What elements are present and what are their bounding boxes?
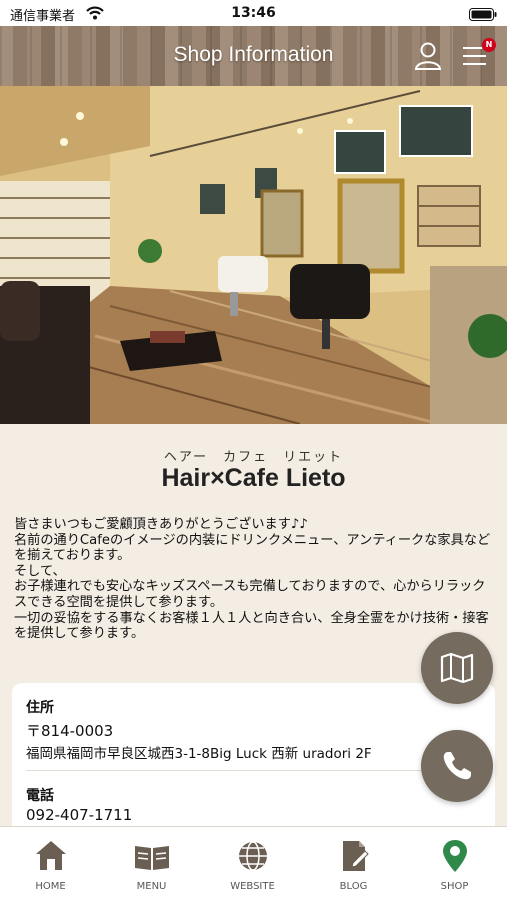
user-icon	[414, 42, 442, 70]
tab-shop[interactable]: SHOP	[404, 827, 505, 901]
account-button[interactable]	[412, 40, 444, 72]
shop-name-kana: ヘアー カフェ リエット	[163, 450, 344, 465]
tab-label: HOME	[35, 881, 66, 892]
tab-label: MENU	[136, 881, 167, 892]
postal-code: 〒814-0003	[26, 722, 114, 740]
status-bar: 通信事業者 13:46	[0, 0, 507, 26]
tab-label: BLOG	[339, 881, 368, 892]
divider	[26, 770, 428, 771]
book-icon	[135, 846, 169, 870]
tab-website[interactable]: WEBSITE	[202, 827, 303, 901]
globe-icon	[239, 841, 267, 871]
map-icon	[440, 652, 474, 684]
battery-icon	[469, 6, 497, 25]
phone-icon	[443, 752, 471, 780]
clock: 13:46	[231, 5, 276, 21]
shop-photo	[0, 86, 507, 424]
home-icon	[36, 841, 66, 870]
phone-label: 電話	[26, 788, 54, 804]
blog-icon	[343, 841, 369, 871]
notification-badge: N	[482, 38, 496, 52]
address-value[interactable]: 福岡県福岡市早良区城西3-1-8Big Luck 西新 uradori 2F	[26, 742, 372, 762]
tab-blog[interactable]: BLOG	[303, 827, 404, 901]
tab-menu[interactable]: MENU	[101, 827, 202, 901]
address-label: 住所	[26, 700, 54, 716]
bottom-tab-bar: HOME MENU WEBSITE BLOG SHOP	[0, 826, 507, 901]
phone-value[interactable]: 092-407-1711	[26, 806, 132, 824]
tab-home[interactable]: HOME	[0, 827, 101, 901]
tab-label: SHOP	[440, 881, 469, 892]
shop-name: Hair×Cafe Lieto	[161, 464, 346, 492]
call-button[interactable]	[421, 730, 493, 802]
map-pin-icon	[443, 840, 467, 872]
app-header: Shop Information N	[0, 26, 507, 86]
map-button[interactable]	[421, 632, 493, 704]
tab-label: WEBSITE	[230, 881, 275, 892]
shop-description: 皆さまいつもご愛顧頂きありがとうございます♪♪ 名前の通りCafeのイメージの内…	[14, 517, 491, 642]
